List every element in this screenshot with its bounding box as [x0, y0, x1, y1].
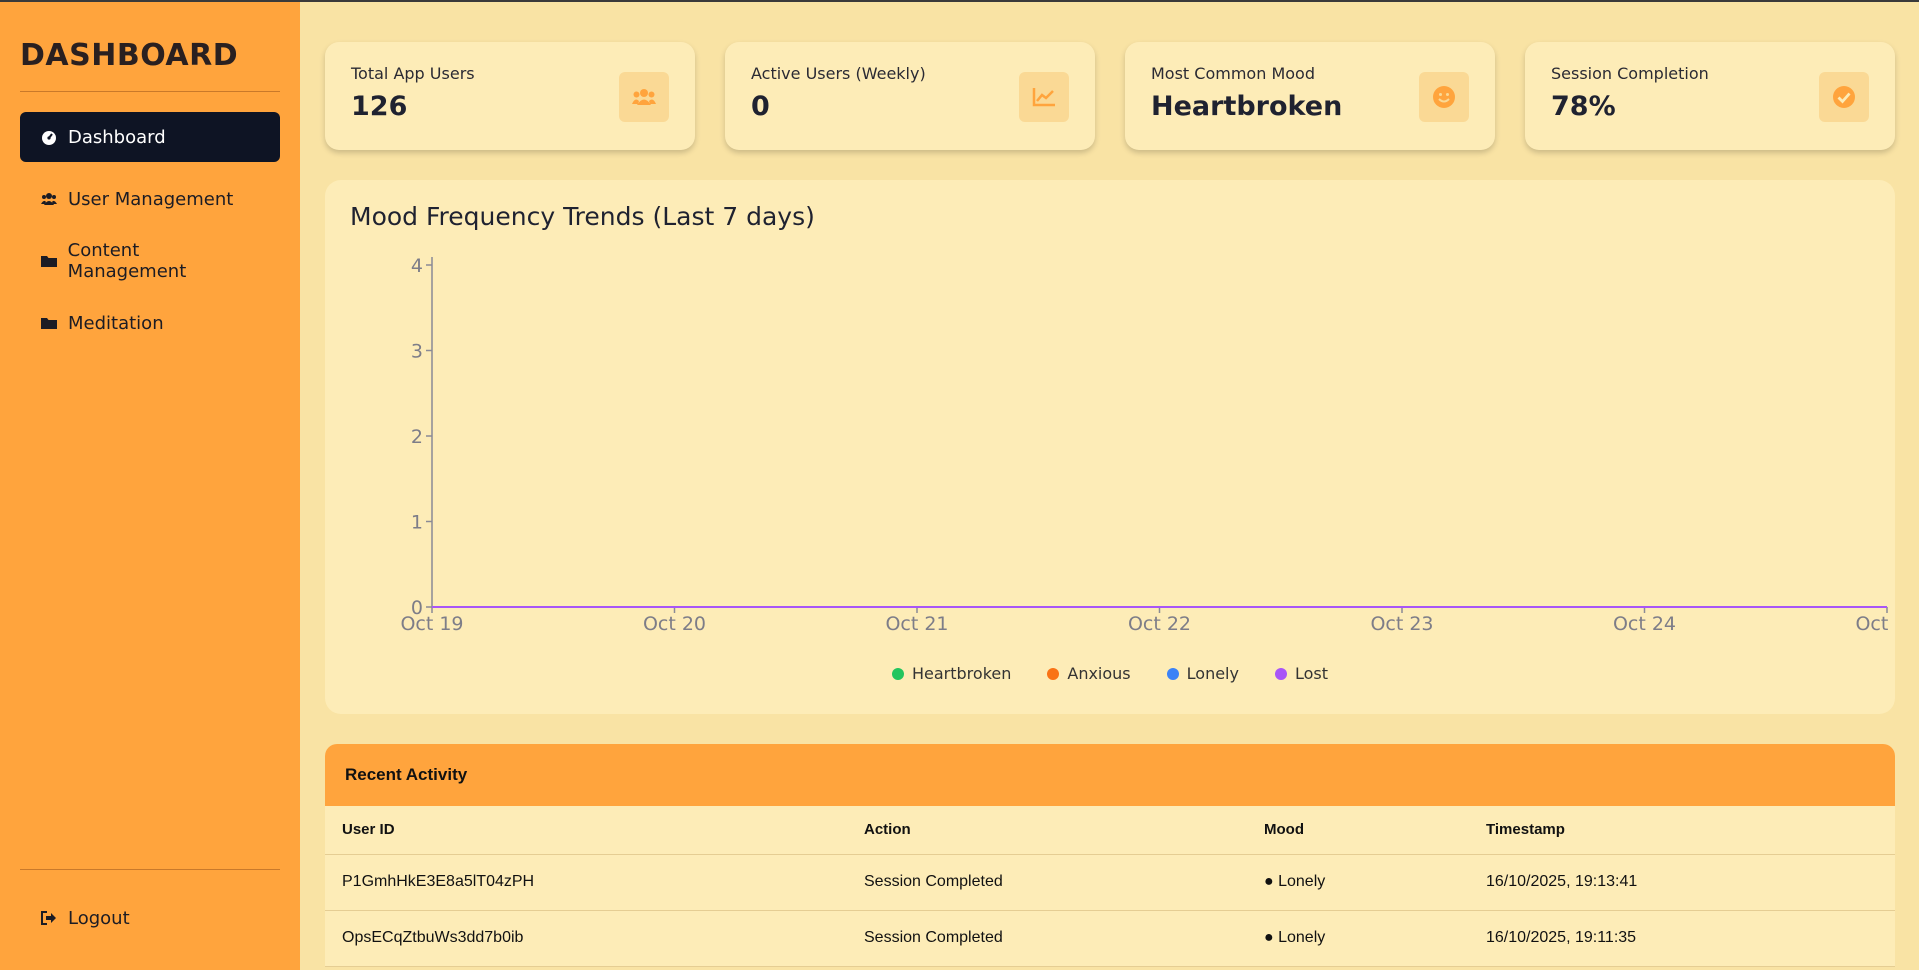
column-header-mood: Mood [1247, 806, 1469, 855]
x-tick-label: Oct 22 [1128, 613, 1191, 635]
logout-button[interactable]: Logout [20, 896, 280, 940]
sidebar-item-user-management[interactable]: User Management [20, 174, 280, 224]
cell-timestamp: 16/10/2025, 19:11:35 [1469, 910, 1895, 967]
x-tick-label: Oct 19 [400, 613, 463, 635]
logout-label: Logout [68, 907, 130, 929]
chart-legend: Heartbroken Anxious Lonely Lost [325, 664, 1895, 683]
cell-action: Session Completed [847, 910, 1247, 967]
y-tick-label: 2 [411, 426, 423, 448]
x-tick-label: Oct 25 [1855, 613, 1895, 635]
sidebar-item-content-management[interactable]: Content Management [20, 236, 280, 286]
cell-mood: ● Lonely [1247, 854, 1469, 911]
column-header-action: Action [847, 806, 1247, 855]
stat-cards: Total App Users 126 Active Users (Weekly… [325, 42, 1895, 150]
x-tick-label: Oct 20 [643, 613, 706, 635]
main-content: Total App Users 126 Active Users (Weekly… [300, 2, 1919, 970]
chart-canvas: 01234Oct 19 Oct 20 Oct 21 Oct 22 Oct 23 Oct 2… [400, 255, 1895, 635]
users-icon [40, 190, 58, 208]
y-tick-label: 1 [411, 512, 423, 534]
table-header-row: User ID Action Mood Timestamp [325, 806, 1895, 855]
folder-icon [40, 252, 58, 270]
legend-item-anxious[interactable]: Anxious [1047, 664, 1131, 683]
x-tick-label: Oct 24 [1613, 613, 1676, 635]
sidebar-item-meditation[interactable]: Meditation [20, 298, 280, 348]
sidebar-item-label: Dashboard [68, 126, 166, 148]
legend-label: Anxious [1067, 664, 1131, 683]
recent-activity-title: Recent Activity [325, 744, 1895, 806]
legend-color-dot [891, 667, 904, 680]
folder-icon [40, 314, 58, 332]
smile-icon [1419, 72, 1469, 122]
chart-line-icon [1019, 72, 1069, 122]
stat-card-session-completion: Session Completion 78% [1525, 42, 1895, 150]
y-tick-label: 3 [411, 341, 423, 363]
brand-title: DASHBOARD [20, 2, 280, 92]
legend-color-dot [1274, 667, 1287, 680]
x-tick-label: Oct 23 [1370, 613, 1433, 635]
sidebar: DASHBOARD Dashboard User Management Cont… [0, 2, 300, 970]
sidebar-item-label: Meditation [68, 312, 164, 334]
legend-label: Lonely [1186, 664, 1239, 683]
x-tick-label: Oct 21 [885, 613, 948, 635]
legend-item-lost[interactable]: Lost [1274, 664, 1328, 683]
cell-timestamp: 16/10/2025, 19:13:41 [1469, 854, 1895, 911]
stat-card-active-users: Active Users (Weekly) 0 [725, 42, 1095, 150]
legend-color-dot [1166, 667, 1179, 680]
legend-label: Heartbroken [911, 664, 1012, 683]
legend-color-dot [1047, 667, 1060, 680]
sidebar-nav: Dashboard User Management Content Manage… [20, 112, 280, 348]
cell-user-id: OpsECqZtbuWs3dd7b0ib [325, 910, 847, 967]
sidebar-item-dashboard[interactable]: Dashboard [20, 112, 280, 162]
users-icon [619, 72, 669, 122]
legend-label: Lost [1294, 664, 1328, 683]
gauge-icon [40, 128, 58, 146]
mood-trends-chart: Mood Frequency Trends (Last 7 days) 0123… [325, 180, 1895, 714]
cell-mood: ● Lonely [1247, 910, 1469, 967]
legend-item-heartbroken[interactable]: Heartbroken [891, 664, 1012, 683]
sign-out-icon [40, 909, 58, 927]
check-circle-icon [1819, 72, 1869, 122]
sidebar-footer: Logout [20, 869, 280, 952]
cell-user-id: P1GmhHkE3E8a5lT04zPH [325, 854, 847, 911]
y-tick-label: 4 [411, 255, 423, 277]
sidebar-item-label: User Management [68, 188, 234, 210]
table-row[interactable]: OpsECqZtbuWs3dd7b0ib Session Completed ●… [325, 910, 1895, 967]
stat-card-total-users: Total App Users 126 [325, 42, 695, 150]
cell-action: Session Completed [847, 854, 1247, 911]
stat-card-common-mood: Most Common Mood Heartbroken [1125, 42, 1495, 150]
table-row[interactable]: P1GmhHkE3E8a5lT04zPH Session Completed ●… [325, 854, 1895, 911]
column-header-user-id: User ID [325, 806, 847, 855]
sidebar-item-label: Content Management [67, 240, 187, 282]
recent-activity-panel: Recent Activity User ID Action Mood Time… [325, 744, 1895, 967]
legend-item-lonely[interactable]: Lonely [1166, 664, 1239, 683]
column-header-timestamp: Timestamp [1469, 806, 1895, 855]
activity-table: User ID Action Mood Timestamp P1GmhHkE3E… [325, 806, 1895, 967]
